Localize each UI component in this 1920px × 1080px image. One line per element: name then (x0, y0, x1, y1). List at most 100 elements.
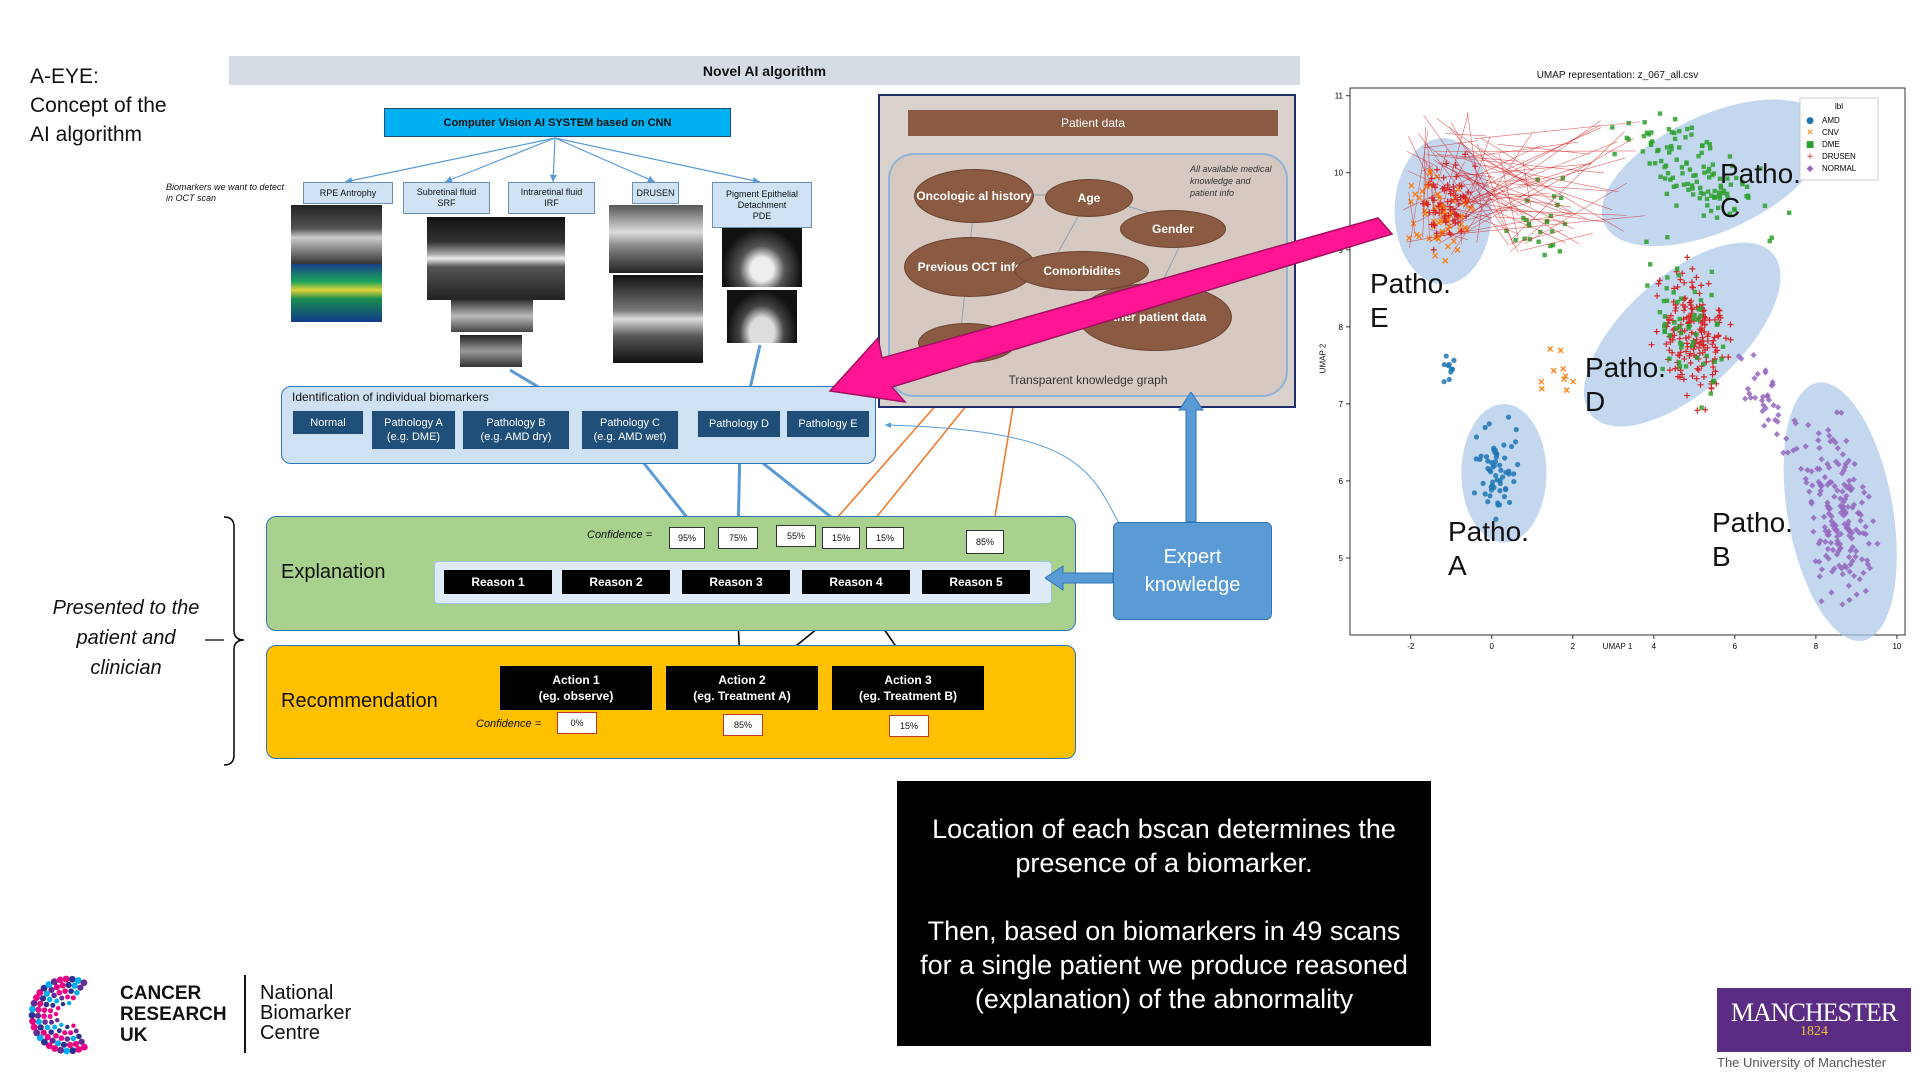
logo-dot (75, 1045, 83, 1053)
scatter-point (1515, 461, 1521, 468)
logo-dot (66, 1041, 74, 1049)
scatter-point (1683, 135, 1688, 140)
biomarkers-note: Biomarkers we want to detect in OCT scan (166, 182, 285, 203)
scatter-point (1699, 405, 1704, 410)
scatter-point (1698, 313, 1703, 318)
logo-dot (59, 982, 66, 989)
scatter-point (1715, 321, 1720, 326)
cv-system-box: Computer Vision AI SYSTEM based on CNN (384, 108, 731, 137)
scatter-point (1685, 181, 1690, 187)
scatter-point (1672, 130, 1677, 136)
scatter-point (1495, 500, 1501, 506)
scatter-point (1687, 323, 1692, 329)
scatter-point (1487, 493, 1493, 499)
logo-dot (68, 1030, 74, 1036)
scatter-point (1488, 484, 1494, 490)
biomarker-srf: Subretinal fluid SRF (403, 182, 490, 214)
scatter-point (1684, 160, 1689, 165)
scatter-point (1709, 269, 1715, 275)
pathology-e: Pathology E (786, 410, 870, 438)
scatter-point (1676, 145, 1682, 150)
scatter-point (1662, 329, 1668, 335)
scatter-point (1662, 314, 1668, 319)
graph-note: All available medical knowledge and pati… (1190, 164, 1272, 198)
scatter-point (1674, 183, 1679, 189)
scatter-point (1662, 176, 1668, 181)
scatter-point (1693, 332, 1699, 337)
logo-dot (62, 1030, 68, 1036)
confidence-action-2: 85% (723, 714, 763, 736)
oct-scan-drusen-2 (613, 275, 703, 363)
logo-dot (60, 1001, 66, 1007)
pathology-normal: Normal (292, 410, 364, 435)
scatter-point (1704, 353, 1709, 359)
scatter-point (1443, 353, 1449, 359)
scatter-point (1665, 235, 1670, 240)
scatter-point (1665, 170, 1671, 176)
scatter-point (1662, 164, 1667, 170)
scatter-point (1511, 478, 1517, 485)
scatter-point (1693, 173, 1698, 178)
legend-label: CNV (1822, 128, 1840, 137)
scatter-point (1542, 252, 1547, 258)
oct-scan-srf (427, 217, 565, 300)
scatter-point (1710, 162, 1716, 167)
biomarker-rpe: RPE Antrophy (303, 182, 393, 204)
scatter-point (1509, 443, 1515, 450)
scatter-point (1488, 469, 1494, 475)
scatter-point (1696, 153, 1701, 159)
scatter-point (1769, 235, 1774, 240)
legend-label: DRUSEN (1822, 152, 1856, 161)
scatter-point (1701, 164, 1706, 169)
oct-scan-pde (722, 228, 802, 287)
logo-dot (65, 994, 71, 1000)
legend-title: lbl (1835, 102, 1843, 111)
logo-dot (52, 1024, 58, 1030)
node-oncologic-history: Oncologic al history (914, 169, 1034, 223)
logo-dot (41, 1013, 47, 1019)
scatter-point (1505, 414, 1512, 420)
legend-marker: ◆ (1807, 164, 1814, 174)
scatter-point (1697, 195, 1703, 201)
logo-dot (29, 1017, 36, 1025)
y-tick-label: 6 (1339, 477, 1344, 486)
logo-dot (70, 1035, 77, 1042)
scatter-point (1473, 434, 1480, 440)
logo-dot (76, 1033, 82, 1040)
scatter-point (1664, 298, 1670, 303)
scatter-point (1441, 379, 1447, 385)
scatter-point (1497, 462, 1503, 468)
legend-marker: + (1806, 152, 1814, 162)
scatter-point (1513, 237, 1518, 243)
scatter-point (1512, 439, 1519, 445)
scatter-point (1649, 130, 1654, 135)
expert-to-reasons-arrow (1045, 565, 1114, 591)
scatter-point (1493, 454, 1499, 460)
scatter-point (1687, 167, 1693, 172)
logo-dot (64, 1036, 71, 1042)
logo-dot (74, 989, 80, 996)
patho-label-b: Patho. B (1712, 507, 1793, 572)
scatter-point (1511, 471, 1517, 477)
reason-4: Reason 4 (802, 570, 910, 594)
scatter-point (1664, 191, 1670, 197)
logo-dot (44, 1024, 51, 1031)
scatter-point (1674, 266, 1680, 272)
confidence-reason-2: 75% (718, 527, 758, 549)
logo-dot (62, 988, 68, 994)
scatter-point (1494, 477, 1500, 483)
scatter-point (1712, 359, 1718, 364)
scatter-point (1664, 145, 1670, 150)
scatter-point (1446, 376, 1452, 383)
scatter-point (1480, 480, 1486, 486)
biomarker-drusen: DRUSEN (632, 182, 679, 204)
umap-xlabel: UMAP 1 (1602, 642, 1633, 651)
scatter-point (1485, 499, 1491, 505)
logo-dot (51, 992, 57, 999)
logo-dot (56, 976, 64, 984)
scatter-point (1642, 120, 1647, 125)
scatter-point (1672, 116, 1678, 122)
scatter-point (1689, 183, 1695, 188)
scatter-point (1704, 196, 1710, 202)
confidence-reason-4: 15% (822, 527, 860, 549)
